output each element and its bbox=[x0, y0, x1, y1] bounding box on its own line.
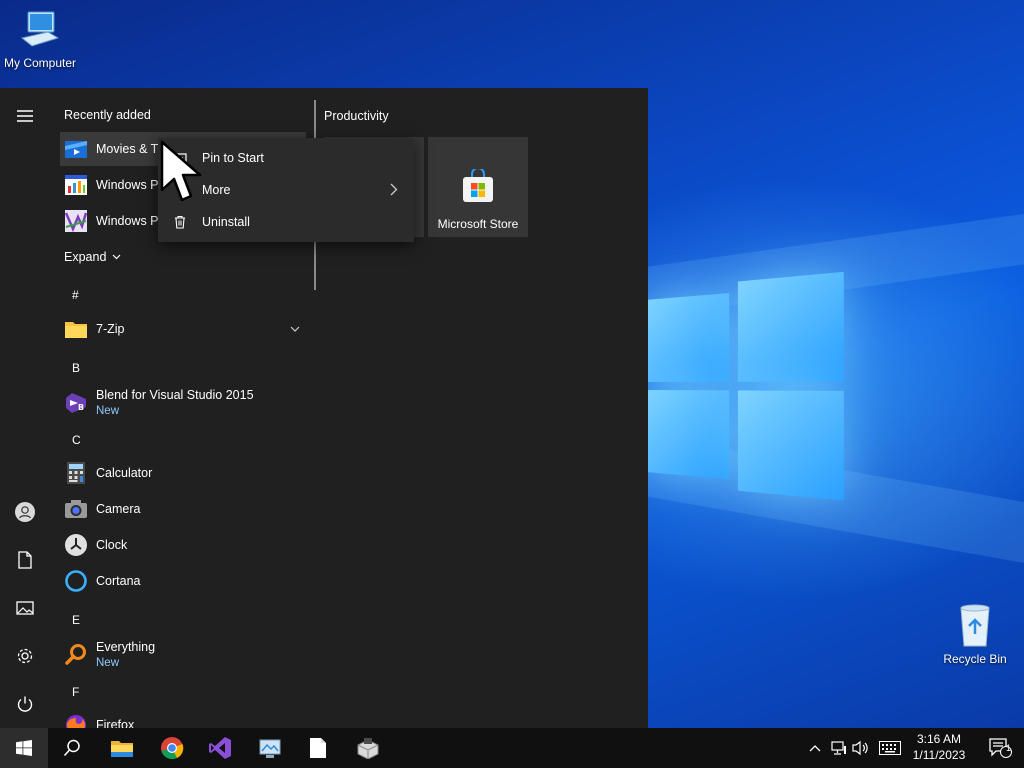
new-badge: New bbox=[96, 657, 120, 669]
app-label: Cortana bbox=[96, 574, 141, 588]
notepad-icon[interactable] bbox=[294, 728, 342, 768]
app-item-blend[interactable]: B Blend for Visual Studio 2015 New bbox=[60, 384, 306, 422]
menu-item-pin-to-start[interactable]: Pin to Start bbox=[158, 142, 414, 174]
taskbar: 3:16 AM 1/11/2023 1 bbox=[0, 728, 1024, 768]
windows-start-icon[interactable] bbox=[0, 728, 48, 768]
settings-icon[interactable] bbox=[13, 644, 37, 668]
everything-icon bbox=[64, 643, 88, 667]
context-menu: Pin to Start More Uninstall bbox=[158, 138, 414, 242]
calculator-icon bbox=[64, 461, 88, 485]
app-label: Blend for Visual Studio 2015 bbox=[96, 388, 254, 402]
installer-icon[interactable] bbox=[344, 728, 392, 768]
file-explorer-icon[interactable] bbox=[98, 728, 146, 768]
start-rail bbox=[0, 88, 50, 728]
windows-performance-analyzer-icon bbox=[64, 209, 88, 233]
tile-group-title[interactable]: Productivity bbox=[324, 109, 389, 123]
menu-item-label: Uninstall bbox=[202, 215, 250, 229]
microsoft-store-icon bbox=[463, 169, 493, 202]
search-icon[interactable] bbox=[48, 728, 96, 768]
hamburger-icon[interactable] bbox=[13, 104, 37, 128]
letter-header[interactable]: C bbox=[72, 433, 81, 447]
expand-label: Expand bbox=[64, 250, 107, 264]
app-label: Windows Pe bbox=[96, 214, 166, 228]
clock-icon bbox=[64, 533, 88, 557]
menu-item-label: Pin to Start bbox=[202, 151, 264, 165]
camera-icon bbox=[64, 497, 88, 521]
new-badge: New bbox=[96, 405, 120, 417]
clock-date: 1/11/2023 bbox=[912, 748, 966, 762]
movies-tv-icon bbox=[64, 137, 88, 161]
expand-button[interactable]: Expand bbox=[60, 240, 140, 274]
notification-count: 1 bbox=[1006, 743, 1012, 753]
volume-icon[interactable] bbox=[852, 740, 870, 756]
chevron-up-icon[interactable] bbox=[806, 740, 824, 756]
windows-performance-icon bbox=[64, 173, 88, 197]
letter-header[interactable]: E bbox=[72, 613, 80, 627]
menu-item-label: More bbox=[202, 183, 231, 197]
documents-icon[interactable] bbox=[13, 548, 37, 572]
notification-center-icon[interactable]: 1 bbox=[976, 728, 1024, 768]
tile-label: Microsoft Store bbox=[437, 217, 519, 231]
chrome-icon[interactable] bbox=[148, 728, 196, 768]
letter-header[interactable]: # bbox=[72, 288, 79, 302]
cortana-icon bbox=[64, 569, 88, 593]
svg-text:B: B bbox=[78, 403, 84, 412]
recycle-bin-icon bbox=[960, 604, 990, 647]
my-computer-icon bbox=[20, 11, 60, 47]
app-label: 7-Zip bbox=[96, 322, 125, 336]
letter-header[interactable]: F bbox=[72, 685, 79, 699]
firefox-icon bbox=[64, 713, 88, 728]
menu-item-more[interactable]: More bbox=[158, 174, 414, 206]
app-item-calculator[interactable]: Calculator bbox=[60, 456, 306, 490]
tile-microsoft-store[interactable]: Microsoft Store bbox=[428, 137, 528, 237]
app-label: Windows Pe bbox=[96, 178, 166, 192]
app-item-cortana[interactable]: Cortana bbox=[60, 564, 306, 598]
network-icon[interactable] bbox=[830, 740, 848, 756]
keyboard-icon[interactable] bbox=[878, 740, 902, 756]
windows-wallpaper-logo bbox=[645, 271, 844, 501]
folder-icon bbox=[64, 317, 88, 341]
app-label: Camera bbox=[96, 502, 141, 516]
pictures-icon[interactable] bbox=[13, 596, 37, 620]
app-item-firefox[interactable]: Firefox bbox=[60, 708, 306, 728]
pin-icon bbox=[172, 151, 188, 165]
app-label: Movies & T bbox=[96, 142, 159, 156]
app-label: Clock bbox=[96, 538, 128, 552]
control-panel-icon[interactable] bbox=[246, 728, 294, 768]
trash-icon bbox=[172, 215, 188, 229]
desktop-icon-recycle-bin[interactable]: Recycle Bin bbox=[935, 602, 1015, 666]
menu-item-uninstall[interactable]: Uninstall bbox=[158, 206, 414, 238]
visual-studio-icon[interactable] bbox=[196, 728, 244, 768]
letter-header[interactable]: B bbox=[72, 361, 80, 375]
blend-icon: B bbox=[64, 391, 88, 415]
taskbar-clock[interactable]: 3:16 AM 1/11/2023 bbox=[906, 731, 972, 763]
app-label: Everything bbox=[96, 640, 156, 654]
app-item-clock[interactable]: Clock bbox=[60, 528, 306, 562]
desktop-icon-label: Recycle Bin bbox=[943, 652, 1007, 666]
chevron-right-icon bbox=[390, 183, 398, 196]
chevron-down-icon[interactable] bbox=[290, 326, 300, 332]
app-label: Firefox bbox=[96, 718, 135, 728]
user-icon[interactable] bbox=[13, 500, 37, 524]
power-icon[interactable] bbox=[13, 692, 37, 716]
clock-time: 3:16 AM bbox=[916, 732, 962, 746]
desktop-icon-label: My Computer bbox=[3, 56, 77, 70]
chevron-down-icon bbox=[112, 254, 121, 260]
app-item-7zip[interactable]: 7-Zip bbox=[60, 312, 306, 346]
app-label: Calculator bbox=[96, 466, 153, 480]
recently-added-title: Recently added bbox=[64, 108, 151, 122]
app-item-everything[interactable]: Everything New bbox=[60, 636, 306, 674]
desktop-icon-my-computer[interactable]: My Computer bbox=[0, 8, 80, 70]
app-item-camera[interactable]: Camera bbox=[60, 492, 306, 526]
